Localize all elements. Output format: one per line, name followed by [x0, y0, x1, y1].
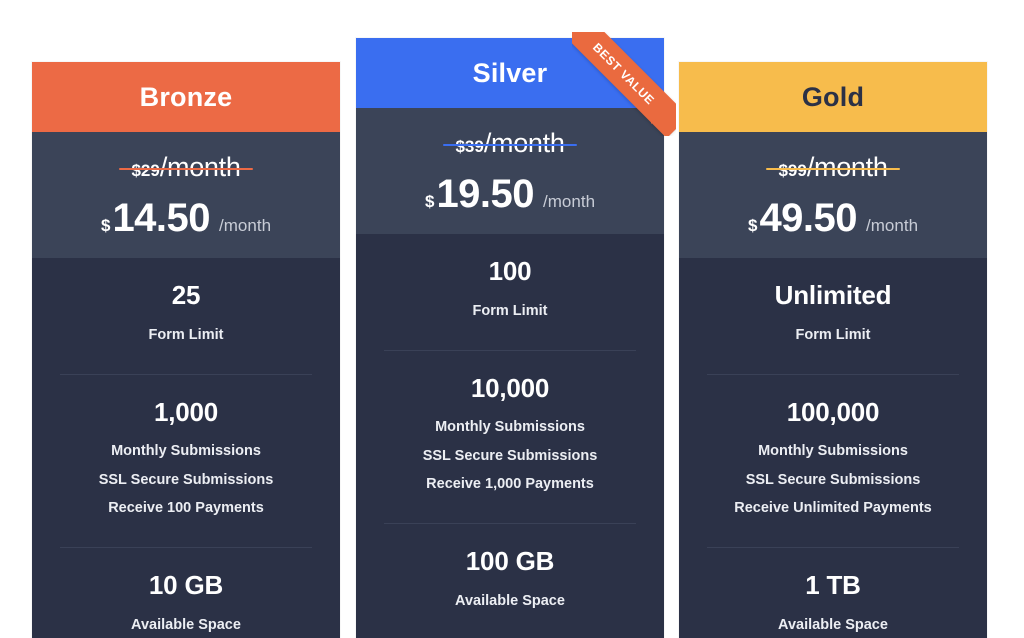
feature-block: 1,000 Monthly Submissions SSL Secure Sub… — [60, 375, 312, 549]
pricing-table: Bronze $29/month $ 14.50 /month 25 Form … — [0, 0, 1024, 638]
currency-symbol: $ — [747, 216, 758, 235]
feature-value: 100,000 — [786, 396, 880, 427]
feature-block: 100,000 Monthly Submissions SSL Secure S… — [707, 375, 959, 549]
old-price-amount: $99 — [778, 161, 807, 180]
price-period: /month — [543, 192, 596, 211]
feature-block: Unlimited Form Limit — [707, 258, 959, 375]
feature-block: 100 GB Available Space — [384, 524, 636, 638]
feature-line: Receive Unlimited Payments — [734, 499, 932, 516]
plan-card-gold[interactable]: Gold $99/month $ 49.50 /month Unlimited … — [679, 62, 987, 638]
feature-line: Form Limit — [472, 302, 548, 319]
price-period: /month — [866, 216, 919, 235]
currency-symbol: $ — [424, 192, 435, 211]
price-band-silver: $39/month $ 19.50 /month — [356, 108, 664, 234]
old-price-amount: $29 — [131, 161, 160, 180]
price-band-gold: $99/month $ 49.50 /month — [679, 132, 987, 258]
best-value-ribbon-tail — [651, 110, 664, 124]
feature-block: 10,000 Monthly Submissions SSL Secure Su… — [384, 351, 636, 525]
feature-line: Form Limit — [148, 326, 224, 343]
feature-line: Monthly Submissions — [111, 443, 261, 460]
current-price-bronze: $ 14.50 /month — [32, 198, 340, 238]
plan-name-gold: Gold — [801, 81, 865, 112]
feature-block: 25 Form Limit — [60, 258, 312, 375]
feature-value: 25 — [171, 280, 201, 310]
old-price-period: /month — [483, 128, 565, 158]
feature-line: Receive 100 Payments — [108, 499, 264, 516]
feature-value: 10,000 — [470, 372, 550, 403]
price-band-bronze: $29/month $ 14.50 /month — [32, 132, 340, 258]
feature-value: 1 TB — [805, 570, 861, 601]
current-price-silver: $ 19.50 /month — [356, 174, 664, 214]
feature-value: 100 — [488, 256, 532, 286]
old-price-silver: $39/month — [443, 128, 577, 158]
feature-line: Available Space — [455, 592, 565, 609]
old-price-amount: $39 — [455, 137, 484, 156]
features-silver: 100 Form Limit 10,000 Monthly Submission… — [356, 234, 664, 638]
plan-card-bronze-body: Bronze $29/month $ 14.50 /month 25 Form … — [32, 62, 340, 638]
feature-line: Form Limit — [795, 326, 871, 343]
price-amount: 19.50 — [436, 172, 535, 216]
price-amount: 49.50 — [759, 196, 858, 240]
plan-card-bronze[interactable]: Bronze $29/month $ 14.50 /month 25 Form … — [32, 62, 340, 638]
feature-block: 1 TB Available Space — [707, 548, 959, 638]
feature-line: Receive 1,000 Payments — [426, 475, 594, 492]
features-gold: Unlimited Form Limit 100,000 Monthly Sub… — [679, 258, 987, 638]
currency-symbol: $ — [100, 216, 111, 235]
strikethrough-line — [119, 168, 253, 171]
feature-value: 100 GB — [465, 546, 555, 577]
strikethrough-line — [766, 168, 900, 171]
old-price-period: /month — [159, 152, 241, 182]
old-price-period: /month — [806, 152, 888, 182]
feature-block: 10 GB Available Space — [60, 548, 312, 638]
feature-block: 100 Form Limit — [384, 234, 636, 351]
feature-line: SSL Secure Submissions — [422, 447, 598, 464]
feature-line: Available Space — [778, 616, 888, 633]
feature-value: Unlimited — [774, 280, 892, 310]
plan-header-bronze: Bronze — [32, 62, 340, 132]
feature-line: Available Space — [131, 616, 241, 633]
feature-line: Monthly Submissions — [758, 443, 908, 460]
old-price-gold: $99/month — [766, 152, 900, 182]
plan-name-bronze: Bronze — [139, 81, 233, 112]
price-period: /month — [219, 216, 272, 235]
plan-header-silver: Silver — [356, 38, 664, 108]
plan-card-gold-body: Gold $99/month $ 49.50 /month Unlimited … — [679, 62, 987, 638]
old-price-bronze: $29/month — [119, 152, 253, 182]
current-price-gold: $ 49.50 /month — [679, 198, 987, 238]
plan-header-gold: Gold — [679, 62, 987, 132]
feature-line: SSL Secure Submissions — [745, 471, 921, 488]
features-bronze: 25 Form Limit 1,000 Monthly Submissions … — [32, 258, 340, 638]
strikethrough-line — [443, 144, 577, 147]
plan-name-silver: Silver — [472, 57, 548, 88]
feature-line: Monthly Submissions — [435, 419, 585, 436]
plan-card-silver[interactable]: Silver $39/month $ 19.50 /month 100 Form… — [356, 32, 676, 638]
plan-card-silver-body: Silver $39/month $ 19.50 /month 100 Form… — [356, 38, 664, 638]
feature-value: 10 GB — [148, 570, 224, 601]
price-amount: 14.50 — [112, 196, 211, 240]
feature-line: SSL Secure Submissions — [98, 471, 274, 488]
feature-value: 1,000 — [153, 396, 219, 427]
